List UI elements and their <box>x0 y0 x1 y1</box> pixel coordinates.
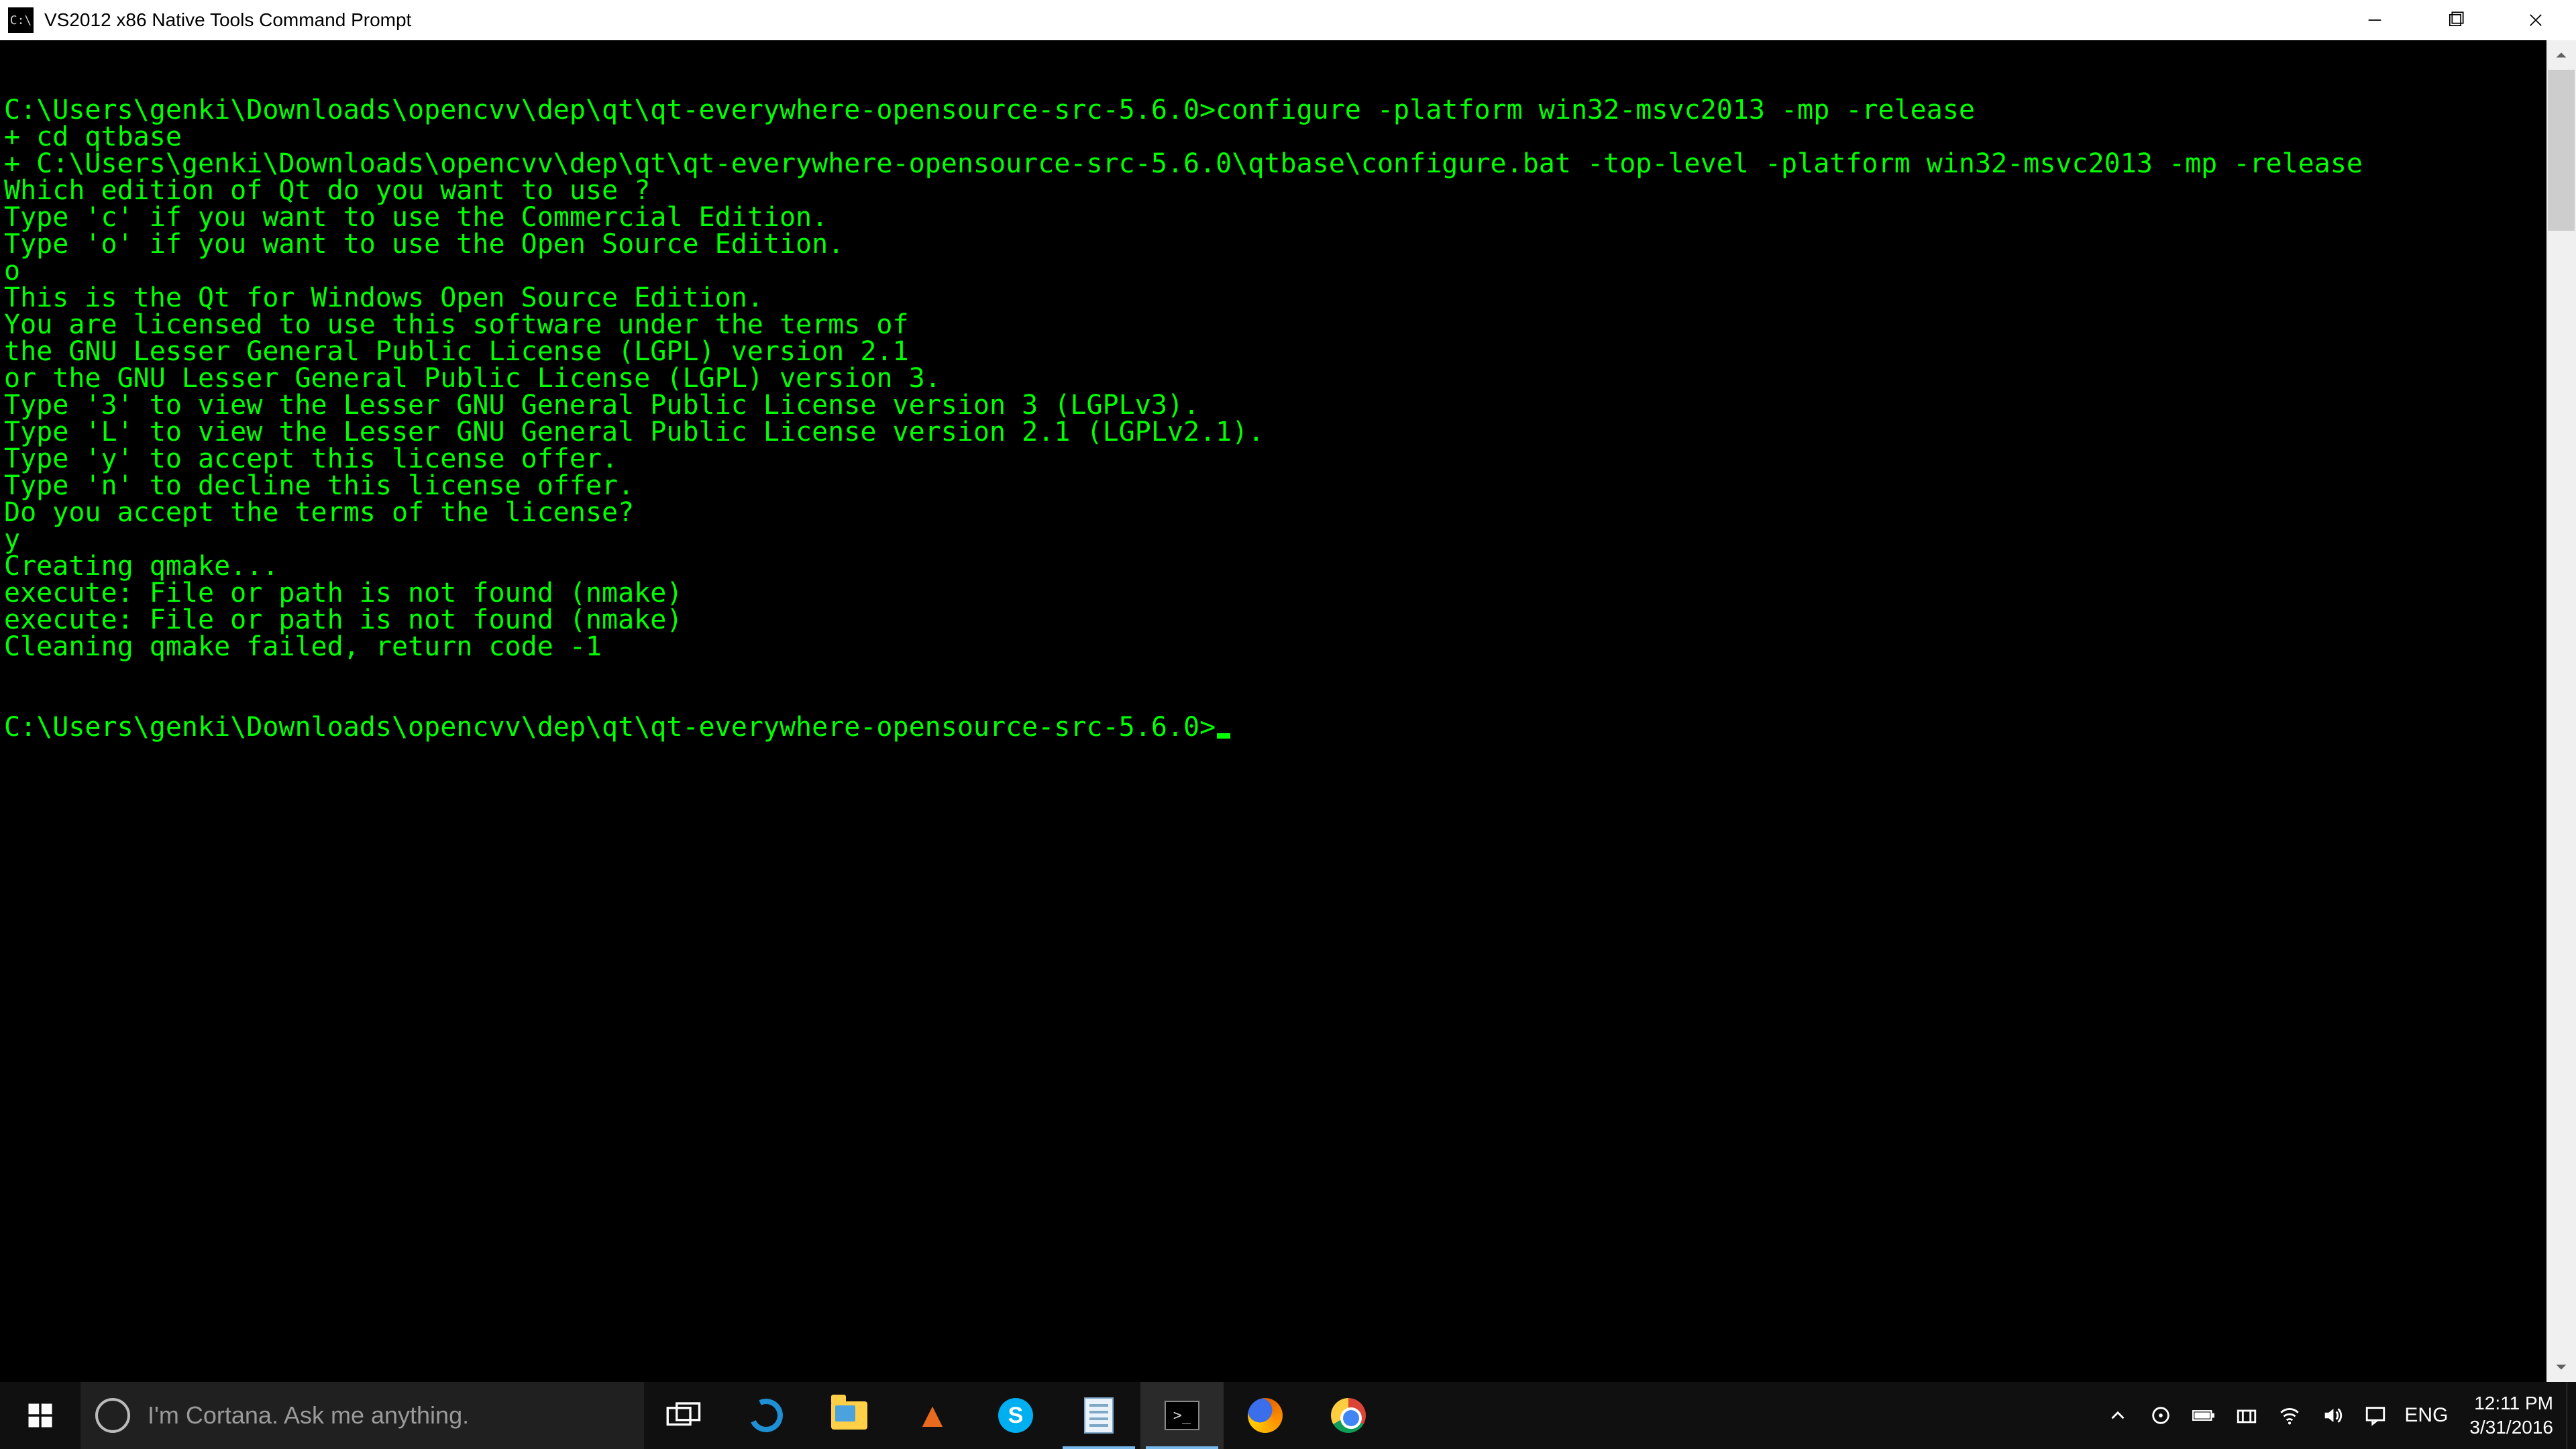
action-center-icon[interactable] <box>2363 1403 2388 1428</box>
system-tray <box>2097 1382 2396 1449</box>
terminal-line: Type 'o' if you want to use the Open Sou… <box>4 231 2572 258</box>
terminal-line: o <box>4 258 2572 284</box>
terminal-line: C:\Users\genki\Downloads\opencvv\dep\qt\… <box>4 97 2572 123</box>
terminal-line: Type 'n' to decline this license offer. <box>4 472 2572 499</box>
taskbar-app-skype[interactable]: S <box>974 1382 1057 1449</box>
terminal-line: Type 'L' to view the Lesser GNU General … <box>4 419 2572 445</box>
terminal-line: execute: File or path is not found (nmak… <box>4 580 2572 606</box>
terminal-line: This is the Qt for Windows Open Source E… <box>4 284 2572 311</box>
titlebar[interactable]: C:\ VS2012 x86 Native Tools Command Prom… <box>0 0 2576 40</box>
terminal-line: Cleaning qmake failed, return code -1 <box>4 633 2572 660</box>
taskbar-app-cmd[interactable]: >_ <box>1140 1382 1224 1449</box>
taskbar-app-chrome[interactable] <box>1307 1382 1390 1449</box>
terminal-prompt: C:\Users\genki\Downloads\opencvv\dep\qt\… <box>4 712 1216 743</box>
close-button[interactable] <box>2496 0 2576 40</box>
terminal-line: execute: File or path is not found (nmak… <box>4 606 2572 633</box>
cortana-placeholder: I'm Cortana. Ask me anything. <box>148 1401 469 1430</box>
clock-time: 12:11 PM <box>2474 1391 2553 1415</box>
taskbar-app-notepad[interactable] <box>1057 1382 1140 1449</box>
terminal-line: Do you accept the terms of the license? <box>4 499 2572 526</box>
matlab-icon: ▲ <box>915 1395 949 1436</box>
window-title: VS2012 x86 Native Tools Command Prompt <box>44 9 411 31</box>
scroll-track[interactable] <box>2546 70 2576 1352</box>
language-indicator[interactable]: ENG <box>2396 1382 2456 1449</box>
taskbar-clock[interactable]: 12:11 PM 3/31/2016 <box>2456 1382 2567 1449</box>
vertical-scrollbar[interactable] <box>2546 40 2576 1382</box>
clock-date: 3/31/2016 <box>2469 1415 2553 1440</box>
terminal-line: You are licensed to use this software un… <box>4 311 2572 338</box>
terminal-line: Type 'c' if you want to use the Commerci… <box>4 204 2572 231</box>
terminal-output[interactable]: C:\Users\genki\Downloads\opencvv\dep\qt\… <box>0 40 2576 1382</box>
terminal-line: Which edition of Qt do you want to use ? <box>4 177 2572 204</box>
network-icon[interactable] <box>2234 1403 2259 1428</box>
folder-icon <box>831 1401 867 1430</box>
tray-overflow-icon[interactable] <box>2105 1403 2131 1428</box>
terminal-line: Type 'y' to accept this license offer. <box>4 445 2572 472</box>
scroll-down-button[interactable] <box>2546 1352 2576 1382</box>
taskbar-app-firefox[interactable] <box>1224 1382 1307 1449</box>
cortana-icon <box>95 1398 130 1433</box>
terminal-line: + C:\Users\genki\Downloads\opencvv\dep\q… <box>4 150 2572 177</box>
scroll-up-button[interactable] <box>2546 40 2576 70</box>
cmd-title-icon: C:\ <box>8 7 34 33</box>
taskbar-app-matlab[interactable]: ▲ <box>891 1382 974 1449</box>
cortana-search[interactable]: I'm Cortana. Ask me anything. <box>80 1382 644 1449</box>
terminal-line: or the GNU Lesser General Public License… <box>4 365 2572 392</box>
start-button[interactable] <box>0 1382 80 1449</box>
notepad-icon <box>1084 1397 1114 1434</box>
location-icon[interactable] <box>2148 1403 2174 1428</box>
terminal-line: Creating qmake... <box>4 553 2572 580</box>
taskbar: I'm Cortana. Ask me anything. ▲ S >_ ENG… <box>0 1382 2576 1449</box>
terminal-cursor <box>1217 733 1230 739</box>
minimize-button[interactable] <box>2334 0 2415 40</box>
taskbar-app-edge[interactable] <box>724 1382 808 1449</box>
taskbar-apps: ▲ S >_ <box>724 1382 1390 1449</box>
task-view-button[interactable] <box>644 1382 724 1449</box>
cmd-icon: >_ <box>1165 1401 1199 1430</box>
maximize-button[interactable] <box>2415 0 2496 40</box>
edge-icon <box>745 1394 788 1437</box>
wifi-icon[interactable] <box>2277 1403 2302 1428</box>
command-prompt-window: C:\ VS2012 x86 Native Tools Command Prom… <box>0 0 2576 1382</box>
scroll-thumb[interactable] <box>2548 70 2575 231</box>
show-desktop-button[interactable] <box>2567 1382 2576 1449</box>
firefox-icon <box>1248 1398 1283 1433</box>
terminal-line: Type '3' to view the Lesser GNU General … <box>4 392 2572 419</box>
terminal-line: y <box>4 526 2572 553</box>
terminal-line: the GNU Lesser General Public License (L… <box>4 338 2572 365</box>
terminal-line: + cd qtbase <box>4 123 2572 150</box>
skype-icon: S <box>998 1398 1033 1433</box>
taskbar-app-file-explorer[interactable] <box>808 1382 891 1449</box>
chrome-icon <box>1331 1398 1366 1433</box>
volume-icon[interactable] <box>2320 1403 2345 1428</box>
battery-icon[interactable] <box>2191 1403 2216 1428</box>
